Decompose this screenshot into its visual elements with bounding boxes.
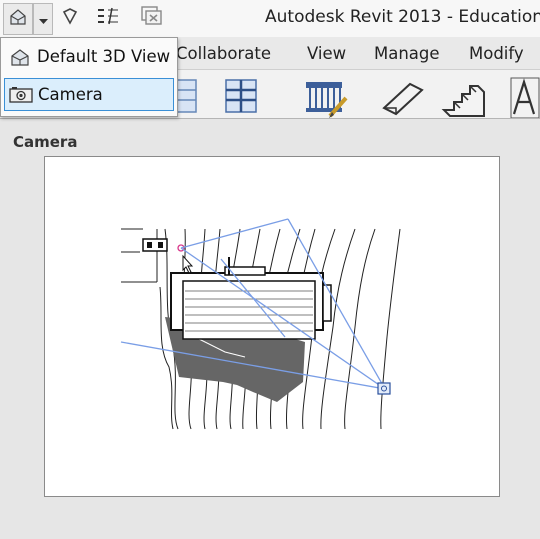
- camera-position-icon[interactable]: [377, 382, 391, 395]
- menu-item-default-3d-view[interactable]: Default 3D View: [4, 41, 172, 72]
- close-hidden-windows-button[interactable]: [138, 3, 166, 33]
- house-3d-icon: [8, 46, 32, 68]
- menu-item-label: Camera: [38, 85, 103, 104]
- menu-item-label: Default 3D View: [37, 47, 171, 66]
- window-title: Autodesk Revit 2013 - Educational: [265, 7, 540, 27]
- camera-preview-canvas: [44, 156, 500, 497]
- view-dropdown-toggle[interactable]: [33, 3, 53, 35]
- measure-icon: [60, 6, 80, 30]
- home-3d-button[interactable]: [3, 3, 33, 35]
- tab-collaborate[interactable]: Collaborate: [176, 44, 271, 63]
- tab-view[interactable]: View: [307, 44, 346, 63]
- thin-lines-button[interactable]: [94, 3, 122, 33]
- close-hidden-icon: [140, 5, 164, 31]
- panel-title: Camera: [13, 133, 78, 151]
- camera-icon: [9, 84, 33, 106]
- text-tool-icon[interactable]: [510, 76, 540, 124]
- car-shape: [142, 238, 168, 252]
- house-3d-icon: [8, 7, 28, 31]
- stair-icon[interactable]: [440, 76, 488, 124]
- title-bar: Autodesk Revit 2013 - Educational: [0, 0, 540, 37]
- thin-lines-icon: [96, 6, 120, 30]
- site-plan-drawing: [120, 218, 401, 430]
- mullion-icon[interactable]: [222, 76, 262, 120]
- tab-modify[interactable]: Modify: [469, 44, 524, 63]
- building-footprint: [170, 257, 332, 340]
- menu-item-camera[interactable]: Camera: [4, 78, 174, 111]
- camera-preview-panel: Camera: [0, 118, 540, 539]
- railing-icon[interactable]: [300, 76, 352, 124]
- ramp-icon[interactable]: [380, 76, 426, 124]
- view-dropdown-menu: Default 3D View Camera: [0, 37, 178, 117]
- measure-button[interactable]: [58, 3, 82, 33]
- tab-manage[interactable]: Manage: [374, 44, 440, 63]
- chevron-down-icon: [38, 10, 48, 29]
